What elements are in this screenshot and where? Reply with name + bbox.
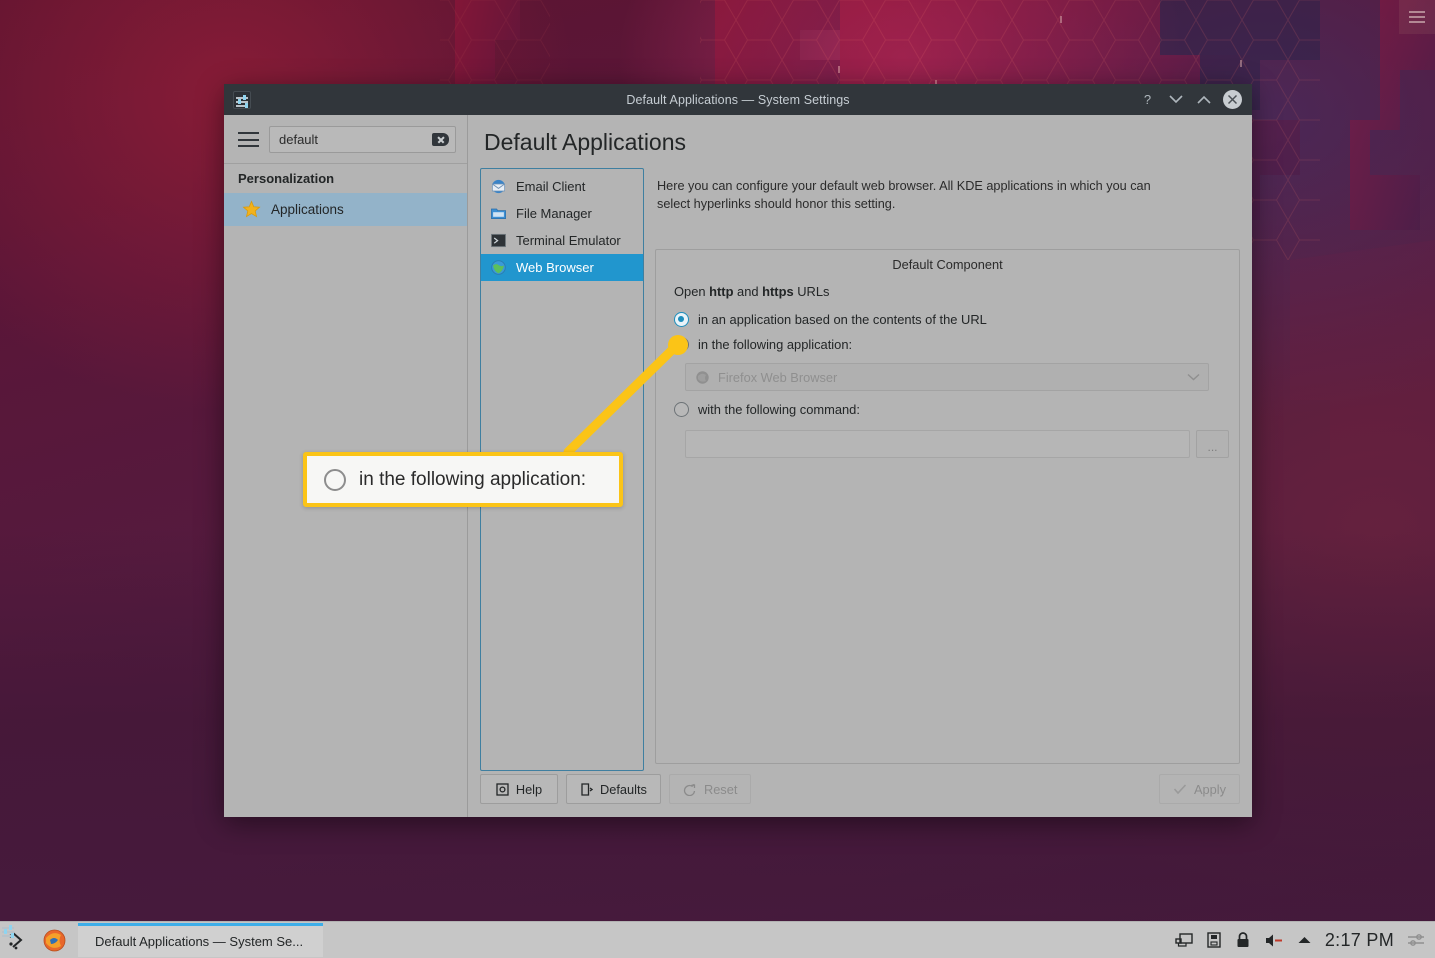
sidebar-search-row: default (224, 115, 467, 163)
firefox-icon (696, 370, 709, 384)
command-row: ... (685, 430, 1229, 459)
component-item-label: Terminal Emulator (516, 233, 621, 248)
sidebar-item-applications[interactable]: Applications (224, 193, 467, 226)
open-label-and: and (733, 284, 763, 300)
search-input[interactable]: default (269, 126, 456, 153)
show-hidden-chevron-icon[interactable] (1297, 935, 1312, 945)
button-label: Reset (703, 781, 738, 797)
firefox-icon[interactable] (36, 922, 72, 958)
component-item-email-client[interactable]: Email Client (481, 173, 643, 200)
help-button[interactable]: Help (480, 774, 558, 804)
search-input-value: default (279, 132, 319, 147)
component-item-web-browser[interactable]: Web Browser (481, 254, 643, 281)
taskbar-task-default-applications[interactable]: Default Applications — System Se... (2, 923, 323, 957)
groupbox-title: Default Component (892, 257, 1003, 273)
reset-icon (683, 783, 696, 796)
component-item-label: Email Client (516, 179, 586, 194)
window-title: Default Applications — System Settings (626, 92, 850, 107)
clear-text-icon[interactable] (432, 133, 449, 146)
callout-label: in the following application: (359, 468, 587, 490)
system-settings-icon (233, 90, 251, 109)
email-icon (491, 179, 506, 194)
command-input[interactable] (685, 430, 1190, 459)
klipper-lock-icon[interactable] (1235, 931, 1251, 949)
open-urls-label: Open http and https URLs (666, 284, 1229, 307)
button-label: Apply (1193, 781, 1226, 797)
sidebar-item-label: Applications (271, 202, 344, 217)
chevron-down-icon (1187, 374, 1200, 381)
hamburger-icon[interactable] (238, 132, 259, 147)
network-icon[interactable] (1175, 931, 1193, 949)
radio-option-label: in an application based on the contents … (698, 312, 987, 328)
help-button[interactable]: ? (1139, 91, 1156, 108)
radio-option-label: in the following application: (698, 337, 853, 353)
callout-highlight-box: in the following application: (303, 452, 623, 507)
check-icon (1173, 784, 1187, 795)
desktop-toolbox-icon[interactable] (1399, 0, 1435, 34)
taskbar-task-label: Default Applications — System Se... (95, 934, 304, 949)
open-label-https: https (762, 284, 794, 300)
radio-option-label: with the following command: (698, 402, 860, 418)
radio-unselected-icon (324, 468, 346, 491)
button-label: Help (515, 781, 543, 797)
application-combobox-value: Firefox Web Browser (718, 369, 838, 385)
system-tray: 2:17 PM (1175, 930, 1435, 951)
close-button[interactable] (1223, 90, 1242, 109)
taskbar: Default Applications — System Se... 2:17… (0, 921, 1435, 958)
open-label-post: URLs (793, 284, 830, 300)
volume-muted-icon[interactable] (1264, 932, 1284, 949)
removable-device-icon[interactable] (1206, 931, 1222, 949)
defaults-button[interactable]: Defaults (566, 774, 661, 804)
globe-icon (491, 260, 506, 275)
clock[interactable]: 2:17 PM (1325, 930, 1394, 951)
star-icon (242, 200, 261, 218)
open-label-http: http (709, 284, 734, 300)
system-settings-window: Default Applications — System Settings ?… (224, 84, 1252, 817)
dialog-button-bar: Help Defaults Reset Apply (468, 764, 1252, 817)
sliders-icon[interactable] (1407, 932, 1426, 949)
window-titlebar: Default Applications — System Settings ? (224, 84, 1252, 115)
folder-icon (491, 208, 506, 219)
page-title: Default Applications (484, 129, 687, 155)
minimize-button[interactable] (1167, 91, 1184, 108)
component-detail: Here you can configure your default web … (655, 168, 1240, 764)
open-label-pre: Open (674, 284, 710, 300)
window-controls: ? (1139, 90, 1252, 109)
radio-selected-icon (674, 312, 689, 328)
component-item-label: Web Browser (516, 260, 594, 275)
application-combobox[interactable]: Firefox Web Browser (685, 363, 1209, 392)
default-component-groupbox: Default Component Open http and https UR… (655, 249, 1240, 764)
sidebar-category-personalization: Personalization (224, 163, 467, 193)
apply-button: Apply (1158, 774, 1240, 804)
component-item-terminal-emulator[interactable]: Terminal Emulator (481, 227, 643, 254)
component-item-label: File Manager (516, 206, 592, 221)
component-item-file-manager[interactable]: File Manager (481, 200, 643, 227)
command-browse-button[interactable]: ... (1196, 430, 1229, 459)
radio-option-following-application[interactable]: in the following application: (666, 332, 1229, 357)
radio-unselected-icon (674, 337, 689, 353)
button-label: Defaults (600, 781, 647, 797)
radio-unselected-icon (674, 402, 689, 418)
taskbar-left: Default Applications — System Se... (0, 922, 323, 958)
radio-option-following-command[interactable]: with the following command: (666, 397, 1229, 422)
terminal-icon (491, 233, 506, 248)
help-icon (496, 782, 509, 796)
reset-button: Reset (668, 774, 752, 804)
maximize-button[interactable] (1195, 91, 1212, 108)
component-help-text: Here you can configure your default web … (657, 179, 1151, 212)
radio-option-url-contents[interactable]: in an application based on the contents … (666, 307, 1229, 332)
defaults-icon (581, 782, 593, 796)
